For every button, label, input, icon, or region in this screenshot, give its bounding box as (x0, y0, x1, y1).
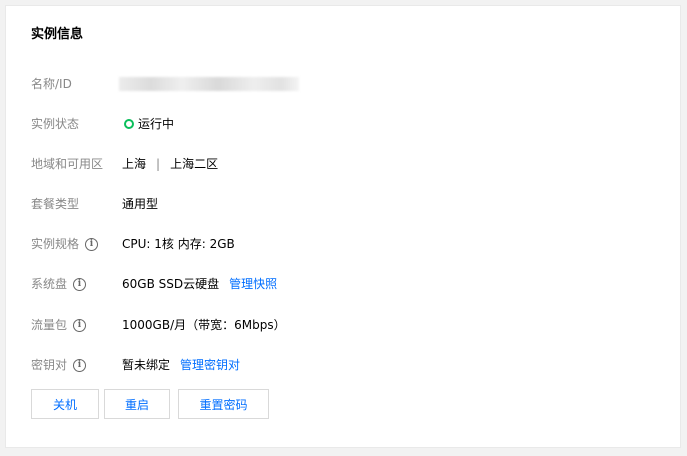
shutdown-button[interactable]: 关机 (31, 389, 99, 419)
value-package: 通用型 (122, 197, 159, 211)
region-separator: | (156, 157, 161, 171)
label-keypair-text: 密钥对 (31, 358, 68, 372)
value-region: 上海 | 上海二区 (122, 155, 218, 173)
label-name-id: 名称/ID (31, 77, 72, 91)
row-spec: 实例规格 i CPU: 1核 内存: 2GB (31, 235, 670, 253)
region-text: 上海 (122, 157, 147, 171)
disk-text: 60GB SSD云硬盘 (122, 277, 220, 291)
label-region: 地域和可用区 (31, 157, 104, 171)
status-running-icon (124, 119, 134, 129)
label-spec-text: 实例规格 (31, 237, 80, 251)
row-name-id: 名称/ID (31, 75, 670, 93)
value-status: 运行中 (122, 115, 174, 133)
manage-snapshot-link[interactable]: 管理快照 (229, 275, 277, 293)
row-traffic: 流量包 i 1000GB/月（带宽：6Mbps） (31, 316, 670, 334)
card-title: 实例信息 (31, 27, 84, 42)
spec-info-icon[interactable]: i (85, 237, 99, 251)
label-spec: 实例规格 i (31, 235, 122, 253)
status-text: 运行中 (138, 117, 175, 131)
row-status: 实例状态 运行中 (31, 115, 670, 133)
keypair-text: 暂未绑定 (122, 358, 171, 372)
label-traffic: 流量包 i (31, 316, 122, 334)
traffic-info-icon[interactable]: i (73, 318, 87, 332)
label-disk: 系统盘 i (31, 275, 122, 293)
keypair-info-icon[interactable]: i (73, 358, 87, 372)
value-name-id (119, 77, 299, 91)
label-keypair: 密钥对 i (31, 356, 122, 374)
restart-button[interactable]: 重启 (104, 389, 170, 419)
value-disk: 60GB SSD云硬盘 管理快照 (122, 275, 277, 293)
manage-keypair-link[interactable]: 管理密钥对 (180, 356, 240, 374)
row-disk: 系统盘 i 60GB SSD云硬盘 管理快照 (31, 275, 670, 293)
instance-info-card: 实例信息 名称/ID 实例状态 运行中 地域和可用区 上海 | 上海二区 套餐类… (5, 5, 681, 448)
row-package: 套餐类型 通用型 (31, 195, 670, 213)
value-traffic: 1000GB/月（带宽：6Mbps） (122, 318, 286, 332)
zone-text: 上海二区 (170, 157, 219, 171)
label-status: 实例状态 (31, 117, 80, 131)
value-spec: CPU: 1核 内存: 2GB (122, 237, 235, 251)
row-keypair: 密钥对 i 暂未绑定 管理密钥对 (31, 356, 670, 374)
disk-info-icon[interactable]: i (73, 277, 87, 291)
label-disk-text: 系统盘 (31, 277, 68, 291)
reset-password-button[interactable]: 重置密码 (178, 389, 269, 419)
label-package: 套餐类型 (31, 197, 80, 211)
value-keypair: 暂未绑定 管理密钥对 (122, 356, 240, 374)
row-region: 地域和可用区 上海 | 上海二区 (31, 155, 670, 173)
label-traffic-text: 流量包 (31, 318, 68, 332)
redacted-name-id (119, 77, 299, 91)
